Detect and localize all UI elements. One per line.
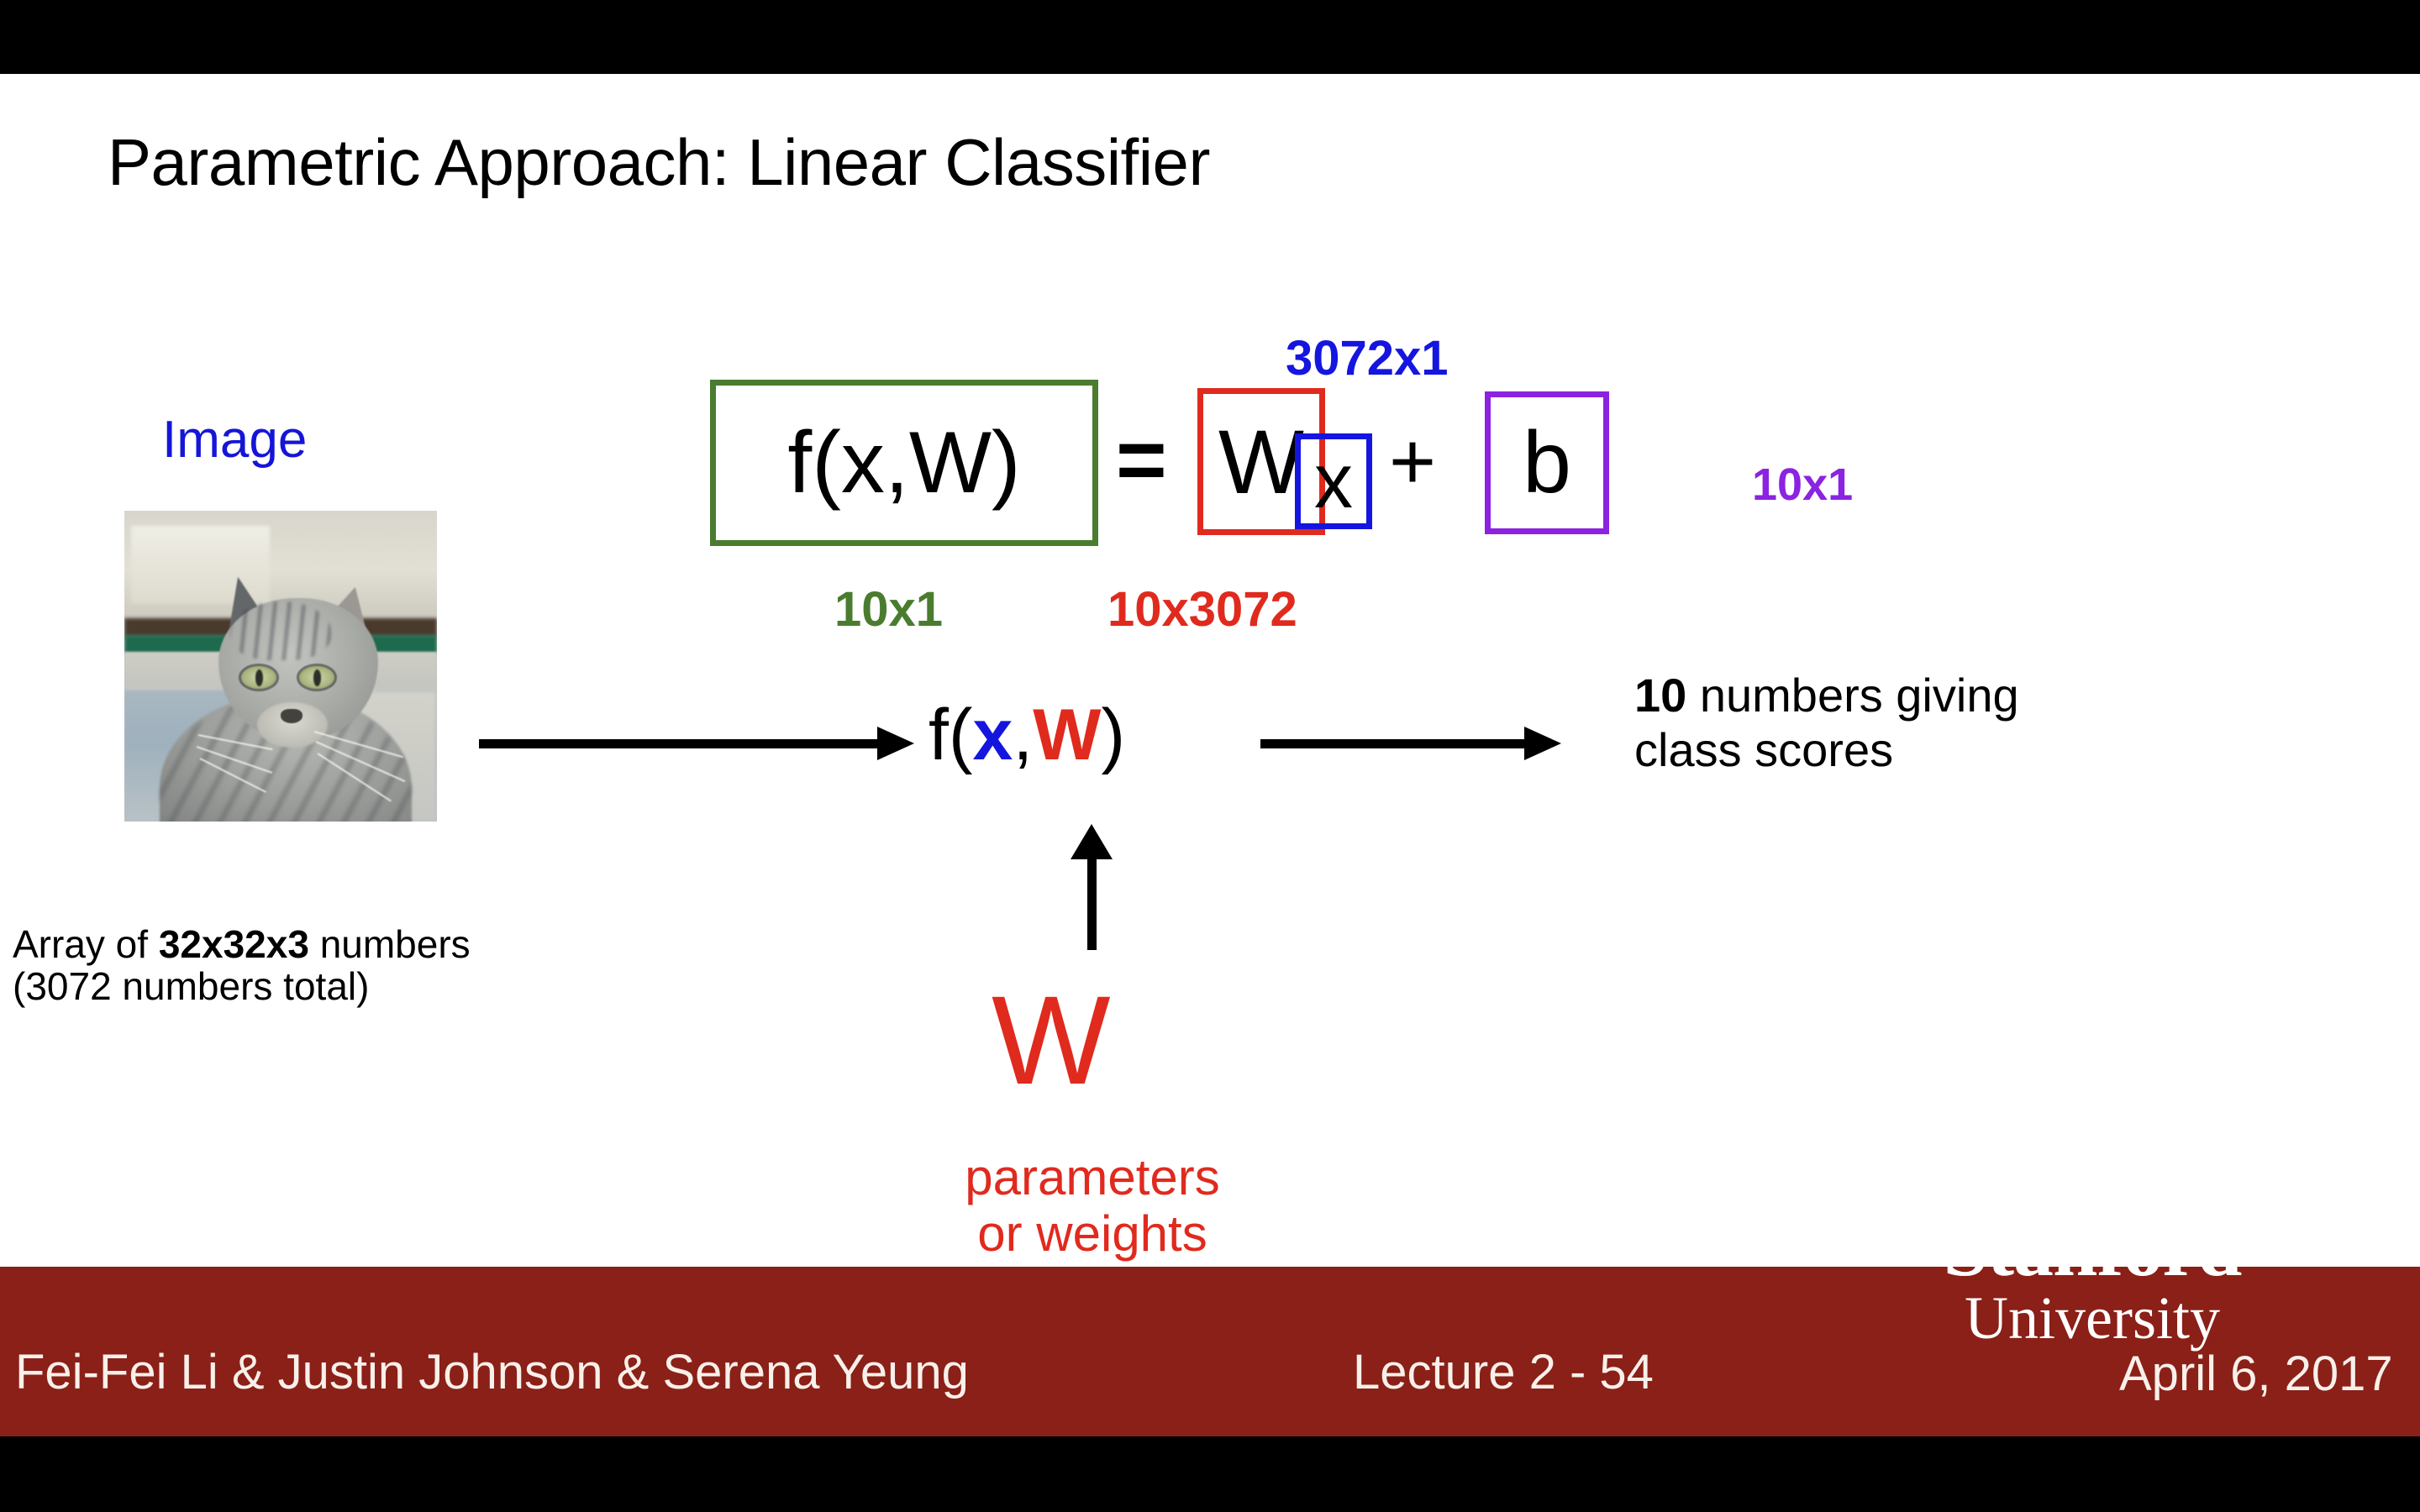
slide-title: Parametric Approach: Linear Classifier — [108, 125, 1210, 199]
image-label: Image — [162, 411, 308, 469]
class-scores-rest: numbers giving — [1686, 669, 2019, 722]
function-node-x: x — [972, 695, 1013, 775]
equation-input-box: x — [1295, 433, 1372, 529]
letterbox-top-bar — [0, 0, 2420, 74]
class-scores-caption: 10 numbers giving class scores — [1634, 669, 2019, 778]
equation-bias-text: b — [1523, 414, 1571, 512]
dimension-label-input: 3072x1 — [1286, 331, 1449, 386]
function-node-close: ) — [1101, 695, 1126, 775]
weights-caption-line-1: parameters — [965, 1149, 1220, 1205]
equation-equals-sign: = — [1116, 412, 1167, 509]
stanford-logo-name: Stanford — [1943, 1203, 2243, 1293]
weights-symbol: W — [992, 969, 1111, 1110]
equation-fxw-box: f(x,W) — [710, 380, 1098, 546]
footer-lecture-number: Lecture 2 - 54 — [1353, 1345, 1654, 1399]
function-node-W: W — [1033, 695, 1102, 775]
stanford-logo: Stanford University — [1874, 1203, 2311, 1352]
dimension-label-output: 10x1 — [834, 582, 944, 637]
letterbox-bottom-bar — [0, 1436, 2420, 1512]
array-size-line-2: (3072 numbers total) — [13, 963, 370, 1008]
array-size-line-1: Array of 32x32x3 numbers — [13, 922, 471, 966]
dimension-label-weight: 10x3072 — [1107, 582, 1297, 637]
weights-caption: parameters or weights — [882, 1149, 1302, 1262]
array-caption-pre: Array of — [13, 922, 159, 966]
equation-fxw-text: f(x,W) — [787, 414, 1021, 512]
equation-bias-box: b — [1485, 391, 1609, 534]
dimension-label-bias: 10x1 — [1752, 459, 1854, 510]
stanford-logo-university: University — [1965, 1284, 2220, 1352]
equation-plus-sign: + — [1389, 417, 1437, 507]
function-node-label: f(x,W) — [929, 699, 1125, 771]
footer-date: April 6, 2017 — [2119, 1347, 2393, 1401]
footer-authors: Fei-Fei Li & Justin Johnson & Serena Yeu… — [15, 1345, 969, 1399]
cat-photo — [124, 511, 437, 822]
class-scores-line-1: 10 numbers giving — [1634, 669, 2019, 723]
class-scores-count: 10 — [1634, 669, 1687, 722]
arrow-weights-to-function — [1071, 824, 1113, 950]
function-node-comma: , — [1013, 695, 1034, 775]
array-caption-post: numbers — [308, 922, 471, 966]
weights-caption-line-2: or weights — [977, 1205, 1207, 1263]
function-node-f: f( — [929, 695, 973, 775]
equation-input-text: x — [1314, 438, 1353, 524]
class-scores-line-2: class scores — [1634, 722, 1894, 776]
equation-weight-text: W — [1218, 410, 1304, 512]
array-caption-dims: 32x32x3 — [158, 922, 309, 966]
array-size-caption: Array of 32x32x3 numbers (3072 numbers t… — [13, 922, 471, 1008]
